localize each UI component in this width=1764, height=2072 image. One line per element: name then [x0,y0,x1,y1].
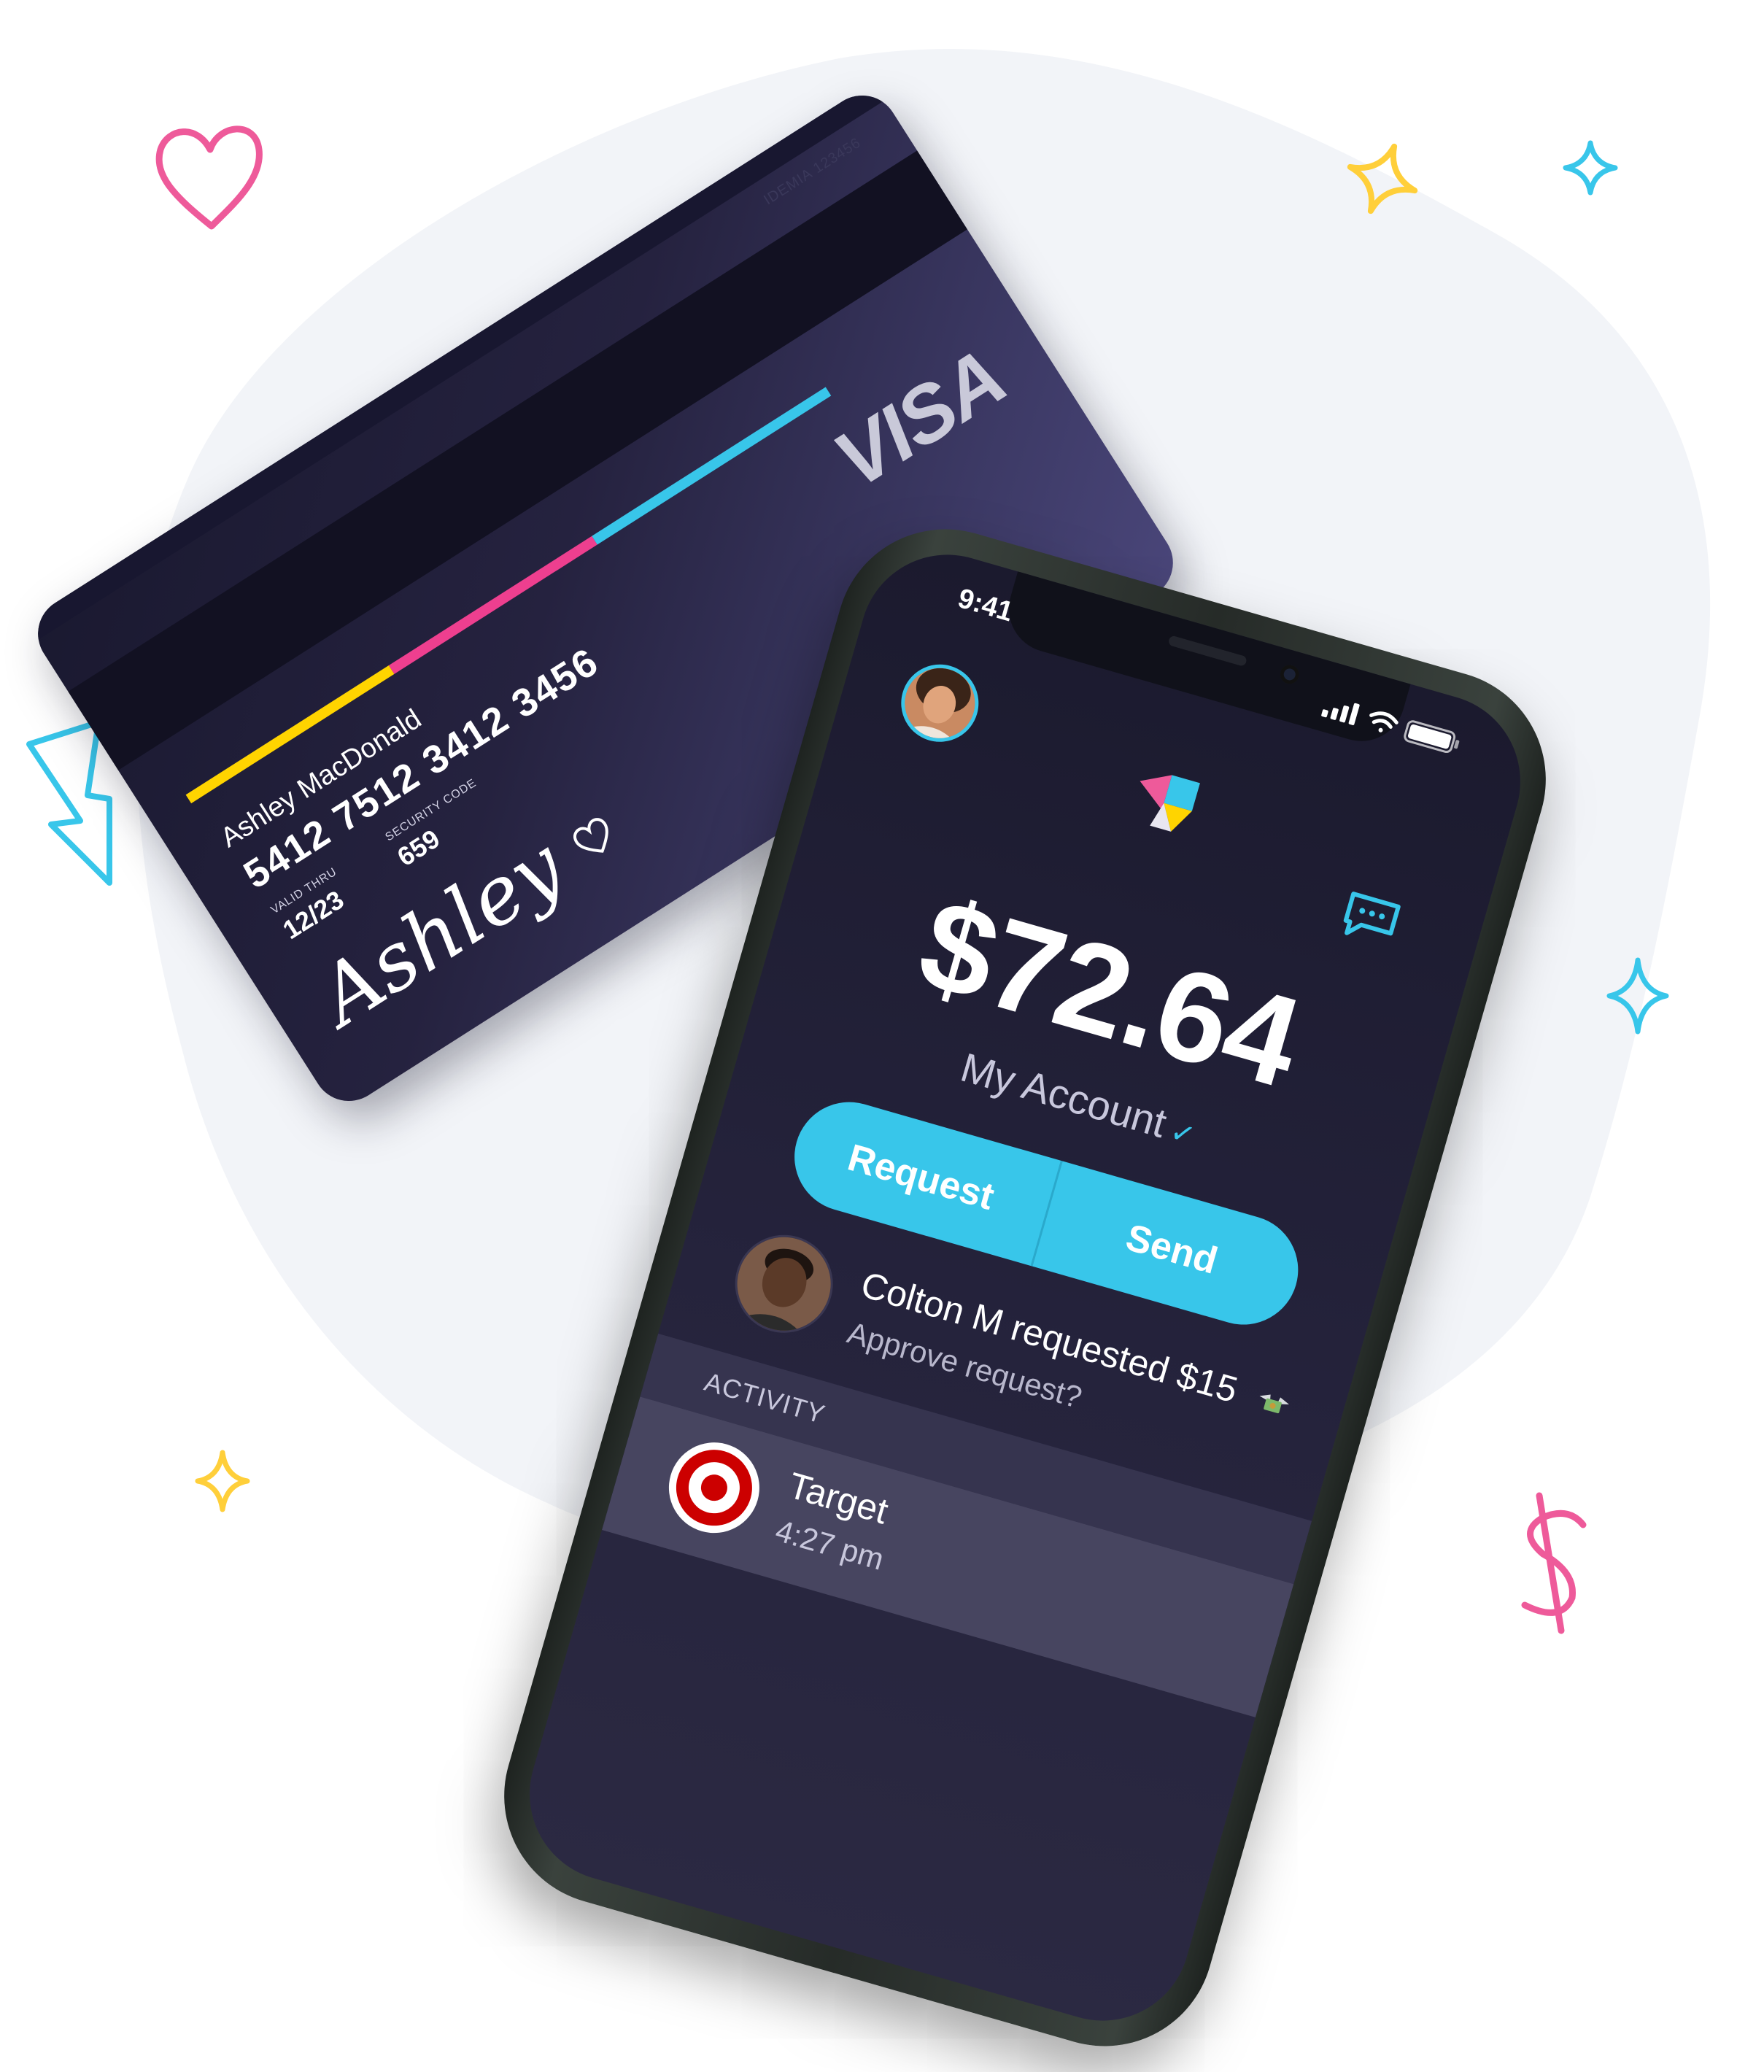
request-button[interactable]: Request [781,1089,1060,1266]
signature-heart-icon [573,818,608,853]
sparkle-cyan-2-icon [1606,957,1669,1035]
dollar-doodle-icon [1521,1492,1587,1634]
requester-avatar [723,1223,845,1345]
requester-portrait-icon [726,1226,842,1342]
target-logo-icon [658,1431,770,1544]
heart-doodle-icon [155,125,263,230]
visa-logo: VISA [819,331,1021,506]
app-logo-icon [1140,775,1200,832]
avatar-portrait-icon [896,660,983,747]
status-time: 9:41 [954,583,1017,628]
wifi-icon [1369,711,1399,732]
sparkle-yellow-2-icon [195,1450,250,1512]
sparkle-yellow-icon [1347,143,1418,214]
money-wings-icon [1259,1394,1289,1413]
sparkle-cyan-icon [1563,140,1618,196]
user-avatar[interactable] [891,655,988,751]
target-bullseye-icon [676,1450,752,1526]
front-camera [1277,662,1301,687]
chat-icon[interactable] [1335,886,1405,951]
speaker-grille [1167,635,1248,668]
battery-icon [1404,720,1460,754]
send-button[interactable]: Send [1032,1161,1311,1337]
chevron-down-icon: ✓ [1166,1115,1199,1153]
